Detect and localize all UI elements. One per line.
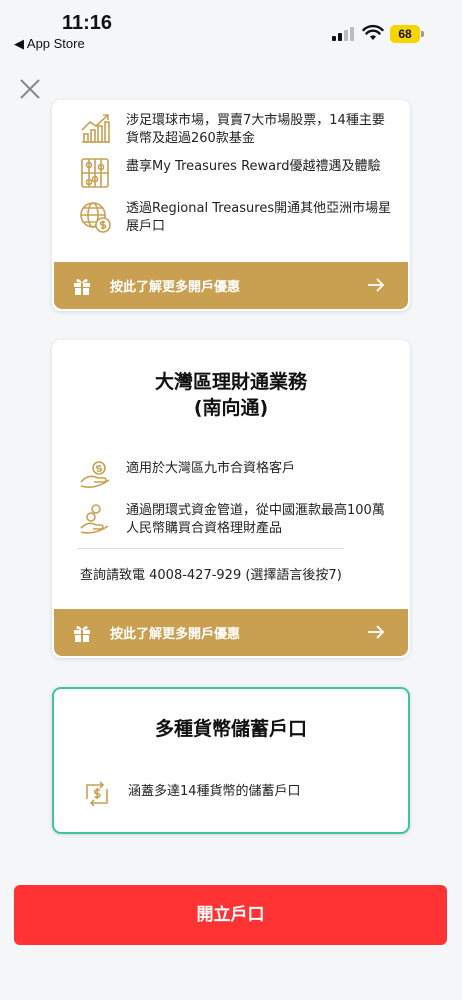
feature-text: 涵蓋多達14種貨幣的儲蓄戶口: [128, 784, 301, 799]
feature-treasures-reward: 盡享My Treasures Reward優越禮遇及體驗: [78, 156, 392, 190]
currency-exchange-icon: [86, 781, 108, 807]
hand-money-icon: [80, 504, 109, 534]
feature-eligible-customers: 適用於大灣區九市合資格客戶: [78, 458, 392, 492]
hand-coin-icon: [80, 461, 110, 488]
card-subtitle: (南向通): [193, 397, 269, 419]
card-title: 大灣區理財通業務: [154, 371, 307, 393]
offers-link-label: 按此了解更多開戶優惠: [110, 280, 241, 295]
wifi-icon: [362, 24, 384, 40]
divider: [78, 548, 344, 549]
battery-icon: 68: [390, 25, 424, 43]
multi-currency-savings-card[interactable]: 多種貨幣儲蓄戶口 涵蓋多達14種貨幣的儲蓄戶口: [52, 687, 410, 834]
gift-icon: [74, 279, 90, 295]
card2-offers-link[interactable]: 按此了解更多開戶優惠: [54, 609, 408, 656]
growth-chart-icon: [81, 114, 110, 143]
offers-link-label: 按此了解更多開戶優惠: [110, 627, 241, 642]
arrow-right-icon: [368, 625, 385, 639]
feature-text: 適用於大灣區九市合資格客戶: [126, 461, 296, 476]
status-time: 11:16: [62, 12, 113, 34]
cellular-signal-icon: [332, 27, 354, 41]
status-bar: 11:16 ◀ App Store 68: [0, 0, 462, 58]
feature-global-markets: 涉足環球市場，買賣7大市場股票，14種主要貨幣及超過260款基金: [78, 112, 392, 148]
abacus-icon: [81, 158, 109, 188]
open-account-button[interactable]: 開立戶口: [14, 885, 447, 945]
card1-offers-link[interactable]: 按此了解更多開戶優惠: [54, 262, 408, 309]
feature-regional-treasures: 透過Regional Treasures開通其他亞洲市場星展戶口: [78, 200, 392, 236]
card-title: 多種貨幣儲蓄戶口: [154, 718, 307, 740]
feature-currencies: 涵蓋多達14種貨幣的儲蓄戶口: [80, 777, 390, 811]
arrow-right-icon: [368, 278, 385, 292]
wealth-connect-card: 大灣區理財通業務 (南向通) 適用於大灣區九市合資格客戶 通過閉環式資金管道，從…: [52, 340, 410, 658]
globe-dollar-icon: [80, 202, 111, 233]
feature-text: 透過Regional Treasures開通其他亞洲市場星展戶口: [126, 201, 392, 234]
enquiry-hotline[interactable]: 查詢請致電 4008-427-929 (選擇語言後按7): [80, 564, 342, 583]
close-icon[interactable]: [18, 77, 42, 101]
feature-text: 涉足環球市場，買賣7大市場股票，14種主要貨幣及超過260款基金: [126, 113, 385, 146]
back-to-app-store-link[interactable]: ◀ App Store: [14, 36, 85, 52]
global-markets-card: 涉足環球市場，買賣7大市場股票，14種主要貨幣及超過260款基金 盡享My Tr…: [52, 100, 410, 311]
feature-closed-loop: 通過閉環式資金管道，從中國滙款最高100萬人民幣購買合資格理財產品: [78, 502, 392, 538]
feature-text: 通過閉環式資金管道，從中國滙款最高100萬人民幣購買合資格理財產品: [126, 503, 385, 536]
battery-level: 68: [390, 25, 420, 43]
gift-icon: [74, 626, 90, 642]
feature-text: 盡享My Treasures Reward優越禮遇及體驗: [126, 159, 381, 174]
